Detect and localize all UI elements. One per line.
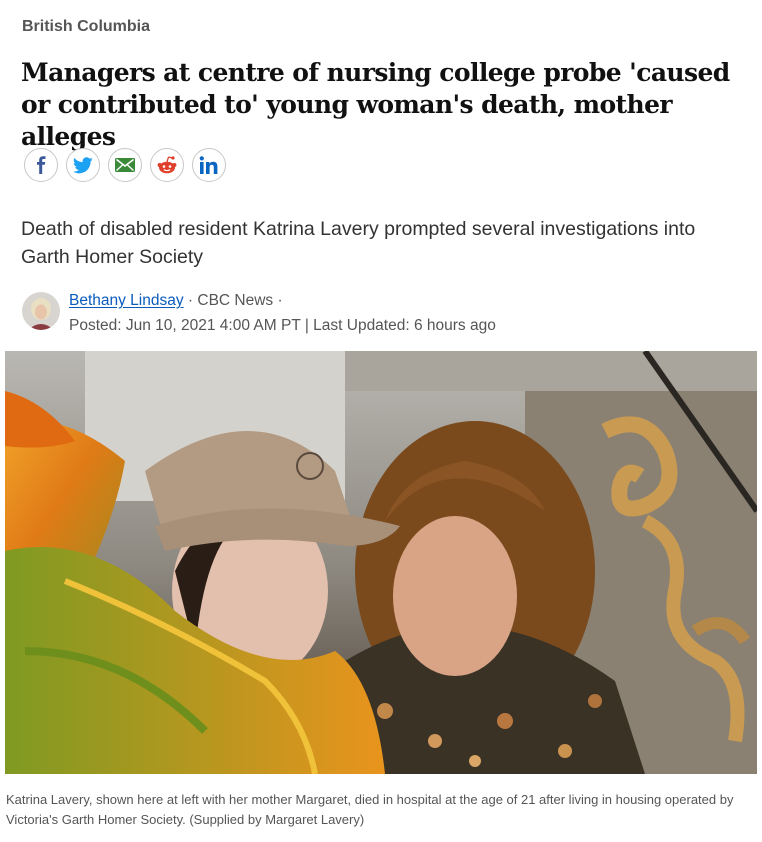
- email-share-button[interactable]: [108, 148, 142, 182]
- outlet-name: CBC News: [197, 292, 274, 309]
- article-dek: Death of disabled resident Katrina Laver…: [21, 218, 696, 268]
- share-bar: [24, 148, 226, 182]
- twitter-share-button[interactable]: [66, 148, 100, 182]
- facebook-icon: [37, 156, 46, 174]
- byline-separator-trailing: ·: [273, 292, 283, 309]
- headline: Managers at centre of nursing college pr…: [21, 58, 730, 151]
- author-link[interactable]: Bethany Lindsay: [69, 292, 184, 309]
- facebook-share-button[interactable]: [24, 148, 58, 182]
- article-page: British Columbia Managers at centre of n…: [0, 0, 762, 842]
- section-link[interactable]: British Columbia: [22, 18, 150, 36]
- posted-timestamp: Posted: Jun 10, 2021 4:00 AM PT | Last U…: [69, 317, 496, 334]
- twitter-icon: [73, 156, 93, 173]
- byline-separator: ·: [183, 292, 198, 309]
- byline-text: Bethany Lindsay · CBC News · Posted: Jun…: [69, 288, 689, 338]
- author-avatar: [22, 292, 60, 330]
- reddit-icon: [157, 156, 177, 174]
- linkedin-share-button[interactable]: [192, 148, 226, 182]
- linkedin-icon: [199, 156, 218, 174]
- hero-photo: [5, 351, 757, 774]
- reddit-share-button[interactable]: [150, 148, 184, 182]
- email-icon: [115, 158, 135, 172]
- photo-caption: Katrina Lavery, shown here at left with …: [6, 792, 734, 827]
